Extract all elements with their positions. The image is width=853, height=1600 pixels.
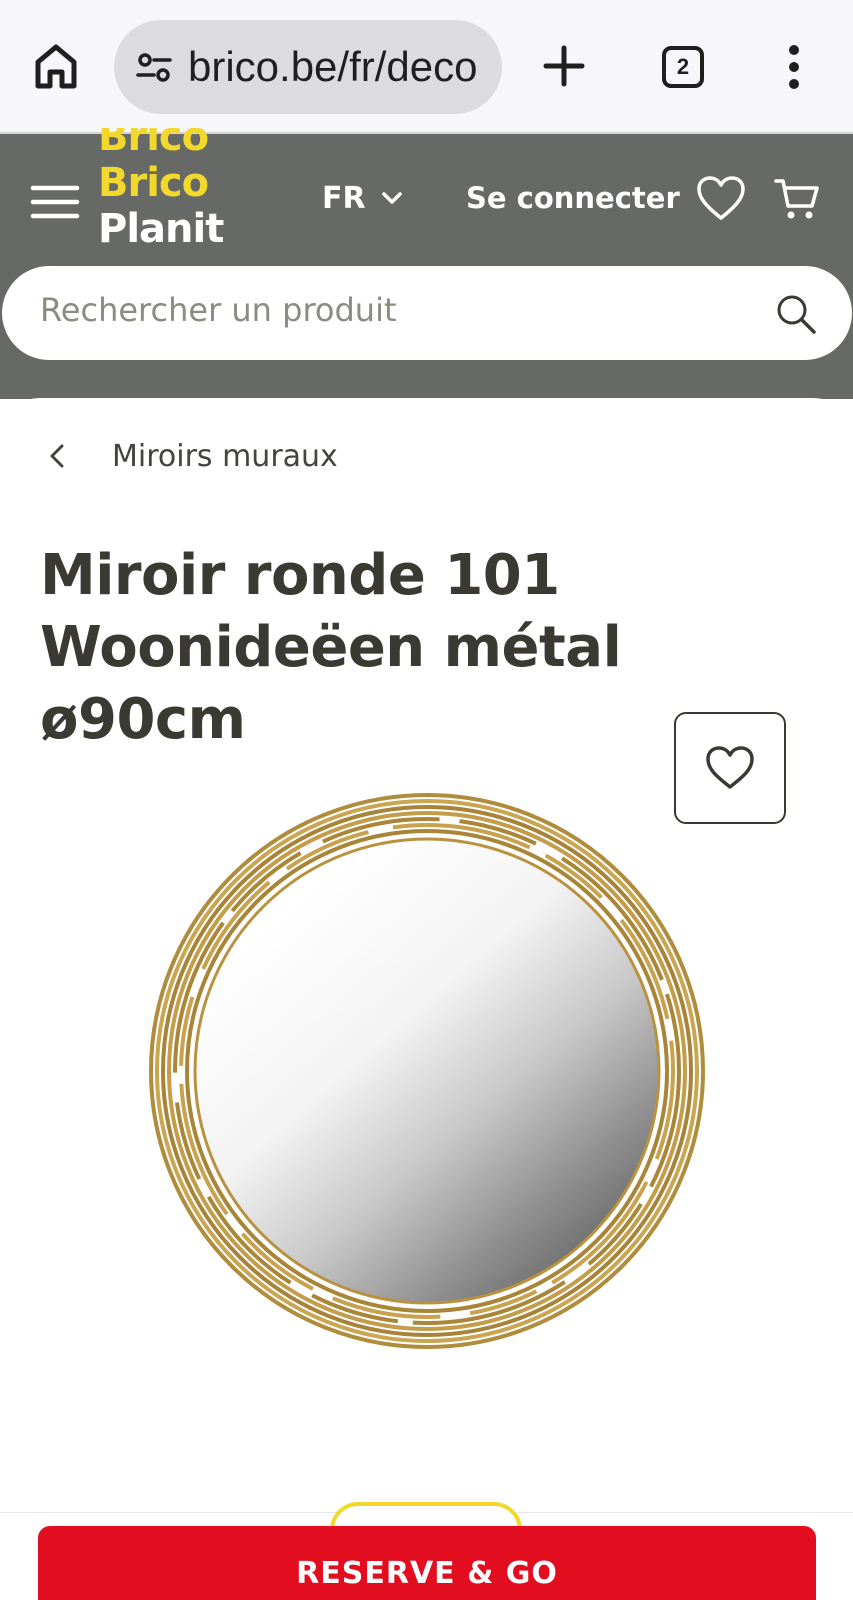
- chevron-down-icon: [381, 192, 402, 204]
- brand-logo[interactable]: Brico Brico Planit: [98, 128, 258, 268]
- breadcrumb-label[interactable]: Miroirs muraux: [112, 439, 338, 474]
- language-selector[interactable]: FR: [322, 176, 404, 220]
- hamburger-menu-icon[interactable]: [30, 182, 80, 222]
- product-image[interactable]: [142, 786, 712, 1356]
- heart-outline-icon: [706, 746, 754, 789]
- heart-icon[interactable]: [696, 174, 746, 224]
- browser-toolbar: brico.be/fr/deco 2: [0, 0, 853, 134]
- tab-switcher-icon[interactable]: 2: [662, 46, 704, 88]
- language-label: FR: [322, 180, 366, 216]
- search-icon[interactable]: [774, 292, 818, 336]
- url-text[interactable]: brico.be/fr/deco: [188, 43, 498, 91]
- logo-line-3: Planit: [98, 206, 224, 252]
- home-icon[interactable]: [30, 40, 82, 92]
- logo-line-1: Brico: [98, 128, 209, 160]
- search-placeholder: Rechercher un produit: [40, 291, 397, 329]
- breadcrumb[interactable]: Miroirs muraux: [44, 432, 338, 480]
- chevron-left-icon: [50, 444, 64, 468]
- login-link[interactable]: Se connecter: [466, 176, 680, 220]
- reserve-and-go-button[interactable]: RESERVE & GO: [38, 1526, 816, 1600]
- cart-icon[interactable]: [774, 176, 820, 222]
- search-input[interactable]: Rechercher un produit: [2, 266, 852, 360]
- new-tab-icon[interactable]: [540, 42, 588, 90]
- page-root: brico.be/fr/deco 2 Brico Brico Planit FR…: [0, 0, 853, 1600]
- more-vert-icon[interactable]: [780, 42, 808, 92]
- site-info-icon[interactable]: [134, 47, 174, 87]
- tab-count: 2: [676, 54, 690, 79]
- address-bar[interactable]: brico.be/fr/deco: [114, 20, 502, 114]
- logo-line-2: Brico: [98, 160, 209, 206]
